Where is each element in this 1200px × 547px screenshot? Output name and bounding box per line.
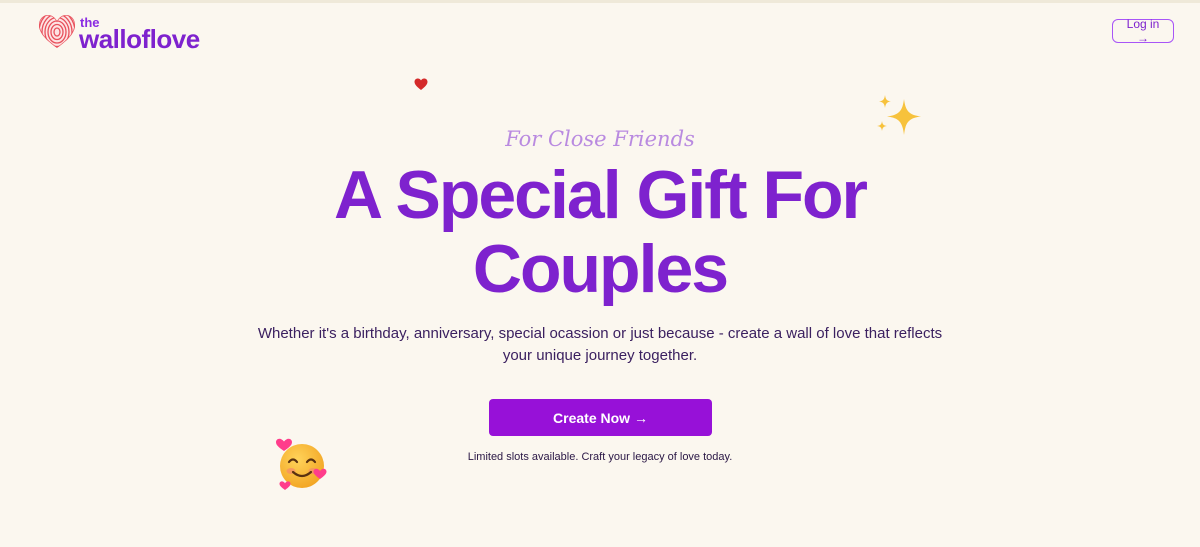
- brand-logo-link[interactable]: the walloflove: [38, 14, 228, 54]
- heart-fingerprint-icon: [38, 14, 76, 50]
- smiling-face-with-hearts-icon: [274, 437, 330, 493]
- brand-name: walloflove: [79, 24, 200, 54]
- red-heart-icon: [414, 78, 428, 91]
- limited-slots-note: Limited slots available. Craft your lega…: [467, 451, 733, 463]
- hero-headline: A Special Gift For Couples: [333, 157, 868, 307]
- hero-eyebrow: For Close Friends: [505, 127, 695, 151]
- hero-description: Whether it's a birthday, anniversary, sp…: [257, 325, 943, 364]
- top-border: [0, 0, 1200, 3]
- create-now-button[interactable]: Create Now →: [489, 399, 712, 436]
- login-button[interactable]: Log in →: [1112, 17, 1174, 45]
